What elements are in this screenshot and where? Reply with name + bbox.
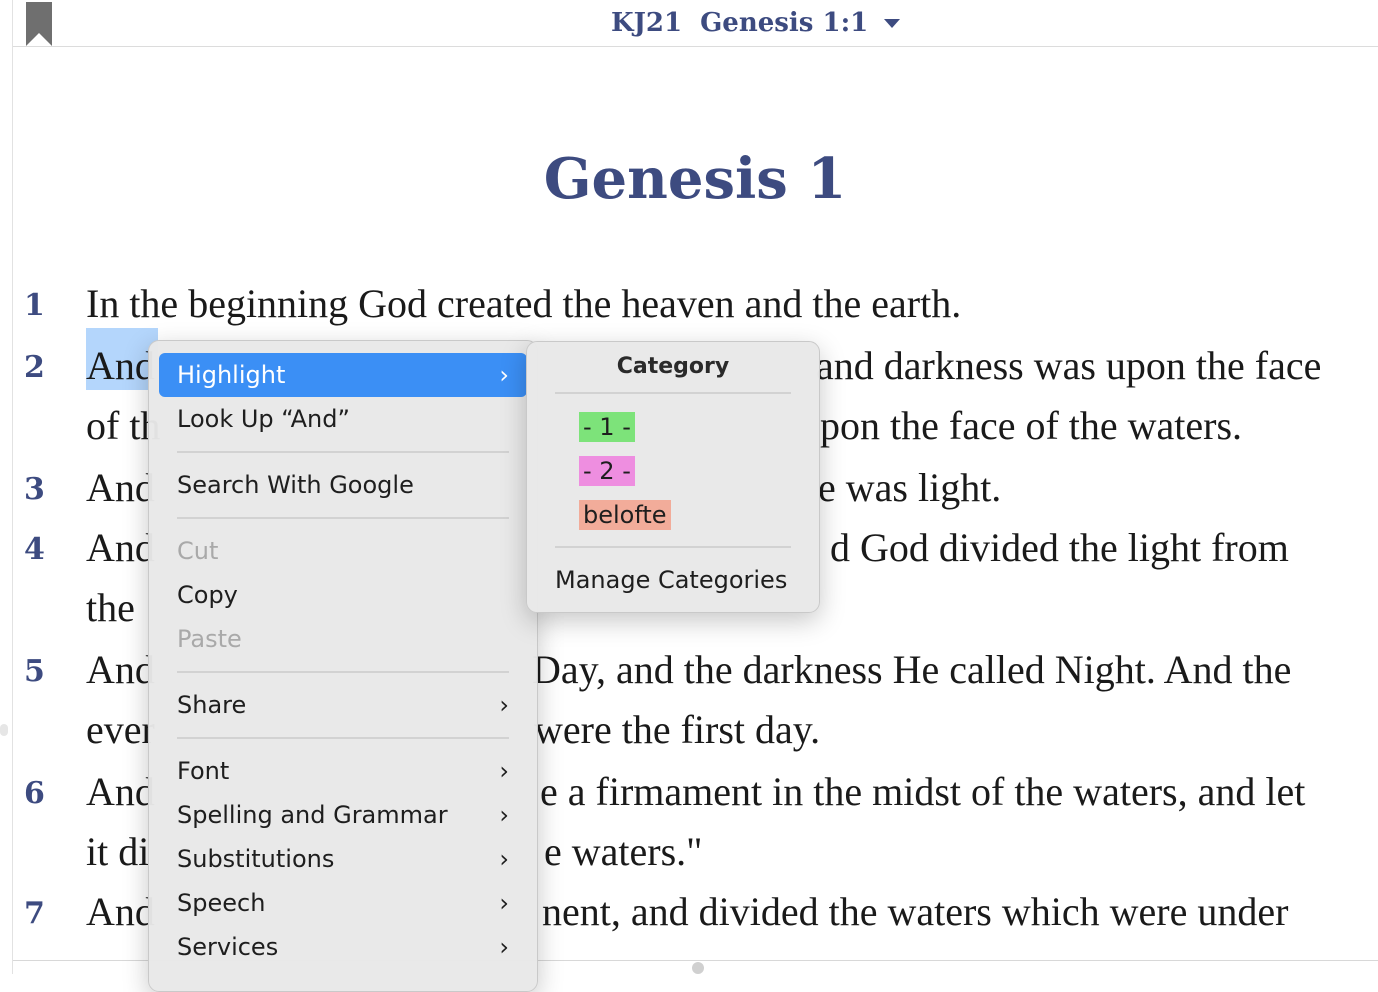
menu-item-label: Spelling and Grammar (177, 801, 448, 829)
category-item[interactable]: belofte (579, 500, 671, 530)
bookmark-icon[interactable] (26, 2, 52, 46)
menu-separator (555, 392, 791, 394)
verse-text[interactable]: were the first day. (534, 706, 820, 754)
menu-item-highlight[interactable]: Highlight › (159, 353, 527, 397)
menu-item-label: Services (177, 933, 279, 961)
verse-number: 7 (24, 896, 45, 931)
menu-item-services[interactable]: Services › (159, 925, 527, 969)
verse-text[interactable]: And (86, 888, 155, 936)
menu-item-spelling-grammar[interactable]: Spelling and Grammar › (159, 793, 527, 837)
chevron-right-icon: › (499, 801, 509, 829)
chevron-right-icon: › (499, 845, 509, 873)
verse-number: 5 (24, 654, 45, 689)
menu-item-label: Substitutions (177, 845, 335, 873)
menu-item-substitutions[interactable]: Substitutions › (159, 837, 527, 881)
verse-text[interactable]: nent, and divided the waters which were … (542, 888, 1288, 936)
menu-item-cut: Cut (159, 529, 527, 573)
verse-number: 4 (24, 532, 45, 567)
verse-text[interactable]: And (86, 646, 155, 694)
menu-separator (177, 517, 509, 519)
menu-separator (177, 737, 509, 739)
resize-handle[interactable] (0, 724, 8, 736)
menu-item-label: Share (177, 691, 247, 719)
chevron-down-icon[interactable] (884, 18, 901, 28)
verse-text[interactable]: And (86, 342, 155, 390)
chevron-right-icon: › (499, 757, 509, 785)
menu-item-share[interactable]: Share › (159, 683, 527, 727)
current-reference[interactable]: Genesis 1:1 (700, 8, 868, 38)
chevron-right-icon: › (499, 691, 509, 719)
menu-separator (555, 546, 791, 548)
menu-item-label: Search With Google (177, 471, 414, 499)
verse-text[interactable]: In the beginning God created the heaven … (86, 280, 961, 328)
menu-item-label: Cut (177, 537, 219, 565)
menu-item-label: Paste (177, 625, 242, 653)
category-item[interactable]: - 1 - (579, 412, 635, 442)
verse-number: 1 (24, 288, 45, 323)
menu-item-search-google[interactable]: Search With Google (159, 463, 527, 507)
verse-text[interactable]: And (86, 524, 155, 572)
verse-text[interactable]: pon the face of the waters. (820, 402, 1242, 450)
menu-item-paste: Paste (159, 617, 527, 661)
chevron-right-icon: › (499, 361, 509, 389)
reference-selector[interactable]: KJ21 Genesis 1:1 (611, 6, 901, 40)
verse-text[interactable]: e was light. (818, 464, 1001, 512)
verse-text[interactable]: e waters." (544, 828, 702, 876)
verse-text[interactable]: And (86, 464, 155, 512)
manage-categories-button[interactable]: Manage Categories (555, 566, 787, 594)
menu-item-copy[interactable]: Copy (159, 573, 527, 617)
verse-text[interactable]: the (86, 584, 135, 632)
chapter-title: Genesis 1 (543, 146, 847, 212)
submenu-heading: Category (616, 354, 730, 379)
verse-number: 6 (24, 776, 45, 811)
verse-number: 3 (24, 472, 45, 507)
verse-text[interactable]: it di (86, 828, 149, 876)
context-menu: Highlight › Look Up “And” Search With Go… (148, 340, 538, 992)
menu-item-label: Speech (177, 889, 266, 917)
verse-text[interactable]: And (86, 768, 155, 816)
menu-item-label: Font (177, 757, 230, 785)
verse-text[interactable]: ever (86, 706, 155, 754)
highlight-submenu: Category - 1 - - 2 - belofte Manage Cate… (526, 341, 820, 613)
verse-number: 2 (24, 350, 45, 385)
top-bar: KJ21 Genesis 1:1 (13, 0, 1378, 47)
menu-item-font[interactable]: Font › (159, 749, 527, 793)
verse-text[interactable]: and darkness was upon the face (816, 342, 1321, 390)
chevron-right-icon: › (499, 889, 509, 917)
chevron-right-icon: › (499, 933, 509, 961)
category-item[interactable]: - 2 - (579, 456, 635, 486)
menu-separator (177, 671, 509, 673)
verse-text[interactable]: d God divided the light from (830, 524, 1289, 572)
verse-text[interactable]: e a firmament in the midst of the waters… (540, 768, 1305, 816)
menu-item-speech[interactable]: Speech › (159, 881, 527, 925)
menu-item-label: Copy (177, 581, 238, 609)
verse-text[interactable]: Day, and the darkness He called Night. A… (532, 646, 1291, 694)
page-indicator[interactable] (692, 962, 704, 974)
menu-item-label: Look Up “And” (177, 405, 350, 433)
bible-version[interactable]: KJ21 (611, 8, 682, 38)
menu-item-label: Highlight (177, 361, 286, 389)
menu-item-lookup[interactable]: Look Up “And” (159, 397, 527, 441)
menu-separator (177, 451, 509, 453)
